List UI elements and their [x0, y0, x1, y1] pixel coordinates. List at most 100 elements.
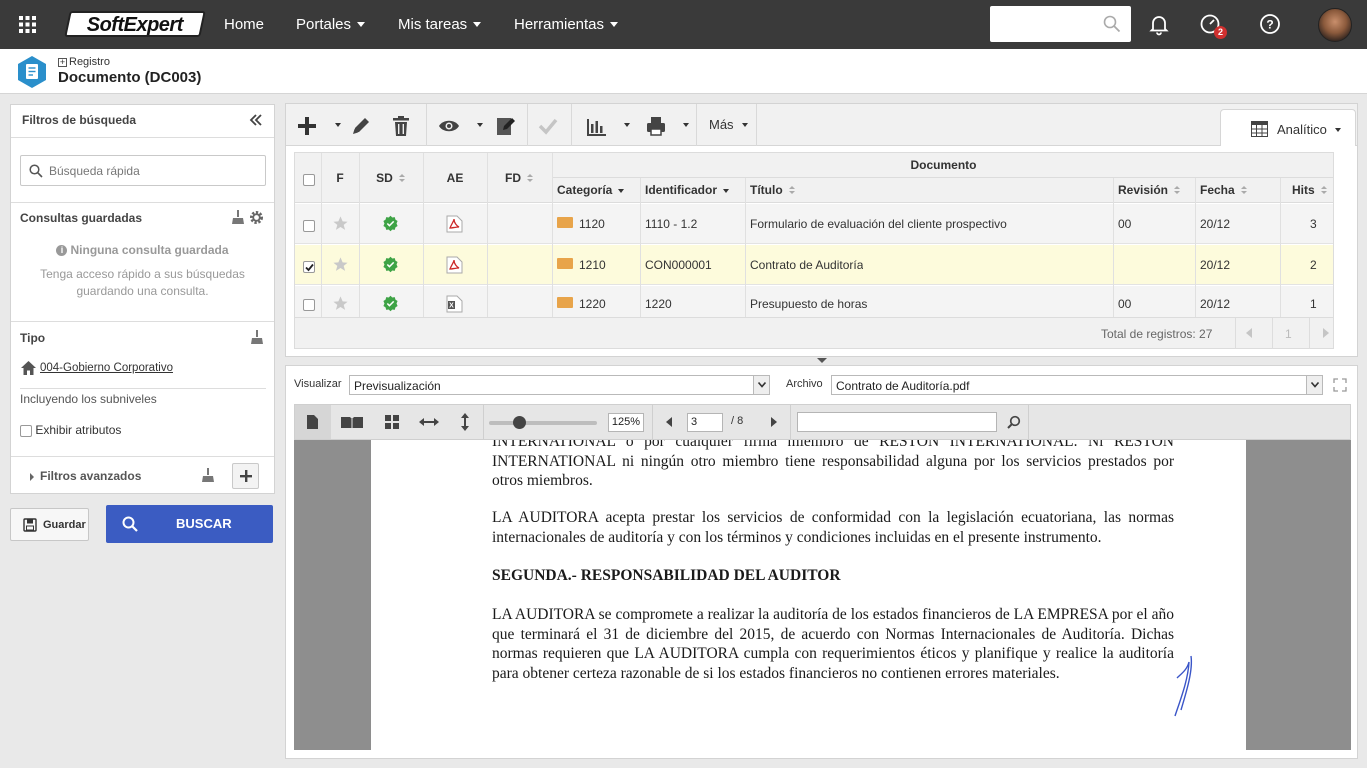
archivo-value: Contrato de Auditoría.pdf: [836, 379, 970, 393]
apps-grid-icon[interactable]: [18, 15, 37, 34]
col-hits-header[interactable]: Hits: [1292, 183, 1328, 197]
col-categoria-header[interactable]: Categoría: [557, 183, 625, 197]
document-module-icon: [16, 55, 48, 89]
prev-page-icon[interactable]: [1245, 328, 1253, 338]
fullscreen-icon[interactable]: [1333, 378, 1347, 392]
col-ae-header[interactable]: AE: [423, 171, 487, 185]
row-checkbox-checked[interactable]: [303, 260, 315, 273]
page-number-input[interactable]: 3: [687, 413, 723, 432]
nav-mis-tareas[interactable]: Mis tareas: [398, 16, 482, 33]
pdf-file-icon[interactable]: [446, 215, 463, 233]
edit-pencil-icon[interactable]: [350, 115, 372, 137]
table-row[interactable]: 1120 1110 - 1.2 Formulario de evaluación…: [295, 204, 1333, 244]
folder-icon: [557, 258, 573, 270]
zoom-slider[interactable]: [489, 421, 597, 425]
archivo-select[interactable]: Contrato de Auditoría.pdf: [831, 375, 1323, 395]
visualizar-select[interactable]: Previsualización: [349, 375, 770, 395]
plus-icon: [240, 470, 252, 482]
checkbox[interactable]: [20, 424, 32, 437]
col-sd-header[interactable]: SD: [359, 171, 423, 185]
search-icon[interactable]: [1007, 415, 1021, 429]
advanced-filters-toggle[interactable]: Filtros avanzados: [30, 469, 141, 483]
checkout-edit-icon[interactable]: [494, 115, 516, 137]
page-title: Documento (DC003): [58, 69, 202, 86]
actions-toolbar: Más Analítico: [286, 104, 1357, 146]
col-revision-label: Revisión: [1118, 183, 1169, 197]
splitter-handle[interactable]: [816, 357, 828, 364]
col-titulo-header[interactable]: Título: [750, 183, 796, 197]
pdf-file-icon[interactable]: [446, 256, 463, 274]
col-f-header[interactable]: F: [321, 171, 359, 185]
broom-icon[interactable]: [232, 210, 244, 224]
sublevels-text: Incluyendo los subniveles: [20, 392, 157, 406]
collapse-panel-icon[interactable]: [249, 113, 263, 127]
view-dropdown-caret[interactable]: [477, 123, 483, 127]
col-identificador-header[interactable]: Identificador: [645, 183, 730, 197]
softexpert-logo[interactable]: SoftExpert: [64, 11, 206, 37]
chart-icon[interactable]: [585, 115, 607, 137]
add-filter-button[interactable]: [232, 463, 259, 489]
col-revision-header[interactable]: Revisión: [1118, 183, 1181, 197]
show-attributes-checkbox[interactable]: Exhibir atributos: [20, 423, 121, 437]
home-icon: [21, 361, 36, 375]
fit-width-icon[interactable]: [419, 417, 439, 427]
next-page-icon[interactable]: [770, 417, 777, 427]
single-page-icon[interactable]: [306, 414, 319, 430]
checkbox[interactable]: [303, 173, 315, 186]
gear-icon[interactable]: [249, 210, 264, 225]
col-fecha-header[interactable]: Fecha: [1200, 183, 1248, 197]
nav-portales[interactable]: Portales: [296, 16, 366, 33]
cell-revision: 00: [1118, 297, 1132, 311]
zoom-slider-handle[interactable]: [513, 416, 526, 429]
prev-page-icon[interactable]: [666, 417, 673, 427]
thumbnails-grid-icon[interactable]: [385, 415, 399, 429]
row-checkbox[interactable]: [303, 298, 315, 311]
print-icon[interactable]: [645, 115, 667, 137]
fit-height-icon[interactable]: [460, 413, 470, 431]
global-search-input[interactable]: [990, 6, 1131, 42]
tipo-value-link[interactable]: 004-Gobierno Corporativo: [40, 362, 173, 374]
table-row[interactable]: X 1220 1220 Presupuesto de horas 00 20/1…: [295, 286, 1333, 317]
add-icon[interactable]: [296, 115, 318, 137]
sort-desc-icon: [723, 188, 730, 193]
page-number: 1: [1285, 327, 1292, 341]
broom-icon[interactable]: [202, 468, 214, 482]
chart-dropdown-caret[interactable]: [624, 123, 630, 127]
col-titulo-label: Título: [750, 183, 783, 197]
select-all-checkbox[interactable]: [303, 172, 315, 186]
next-page-icon[interactable]: [1322, 328, 1330, 338]
saved-queries-label: Consultas guardadas: [20, 211, 143, 225]
nav-herramientas[interactable]: Herramientas: [514, 16, 619, 33]
chevron-down-icon: [1306, 376, 1322, 394]
quick-search-input[interactable]: Búsqueda rápida: [20, 155, 266, 186]
more-menu[interactable]: Más: [709, 117, 748, 132]
excel-file-icon[interactable]: X: [446, 295, 463, 313]
row-checkbox[interactable]: [303, 219, 315, 232]
broom-icon[interactable]: [251, 330, 263, 344]
two-page-icon[interactable]: [340, 415, 364, 429]
chevron-down-icon: [473, 21, 482, 27]
save-button[interactable]: Guardar: [10, 508, 89, 541]
delete-trash-icon[interactable]: [390, 115, 412, 137]
grid-group-header: Documento: [552, 153, 1333, 178]
favorite-star-icon[interactable]: [332, 256, 349, 273]
breadcrumb[interactable]: + Registro: [58, 56, 110, 68]
table-row-selected[interactable]: 1210 CON000001 Contrato de Auditoría 20/…: [295, 245, 1333, 285]
pdf-canvas[interactable]: INTERNATIONAL o por cualquier firma miem…: [294, 440, 1351, 750]
favorite-star-icon[interactable]: [332, 295, 349, 312]
view-eye-icon[interactable]: [438, 115, 460, 137]
bell-icon[interactable]: [1147, 12, 1171, 36]
help-icon[interactable]: ?: [1258, 12, 1282, 36]
col-f-label: F: [336, 171, 344, 185]
add-dropdown-caret[interactable]: [335, 123, 341, 127]
user-avatar[interactable]: [1318, 8, 1352, 42]
zoom-input[interactable]: 125%: [608, 413, 644, 432]
print-dropdown-caret[interactable]: [683, 123, 689, 127]
nav-home[interactable]: Home: [224, 16, 264, 33]
pdf-search-input[interactable]: [797, 412, 997, 432]
col-ae-label: AE: [446, 171, 464, 185]
view-mode-selector[interactable]: Analítico: [1220, 109, 1356, 146]
col-fd-header[interactable]: FD: [487, 171, 552, 185]
favorite-star-icon[interactable]: [332, 215, 349, 232]
search-button[interactable]: BUSCAR: [106, 505, 273, 543]
